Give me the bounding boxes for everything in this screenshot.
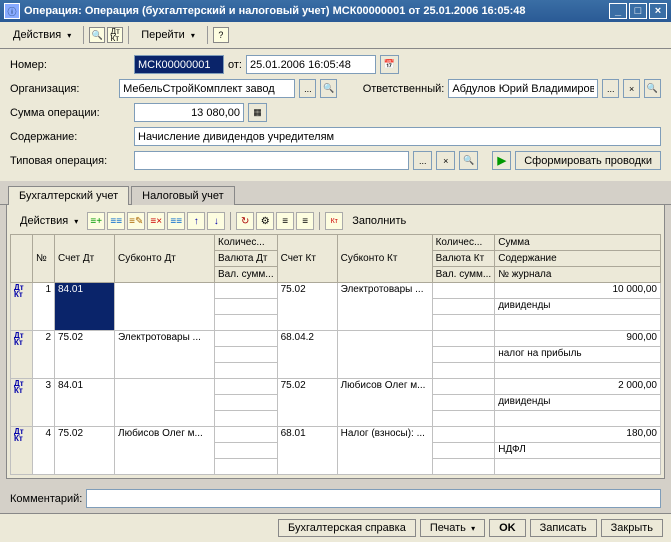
col-valsum-kt[interactable]: Вал. сумм... [432, 267, 495, 283]
org-label: Организация: [10, 83, 115, 95]
titlebar: ⓘ Операция: Операция (бухгалтерский и на… [0, 0, 671, 22]
num-label: Номер: [10, 59, 130, 71]
col-sub-kt[interactable]: Субконто Кт [337, 235, 432, 283]
typop-label: Типовая операция: [10, 155, 130, 167]
fill-icon[interactable]: Кт [325, 212, 343, 230]
goto-menu[interactable]: Перейти [134, 25, 202, 45]
table-row[interactable]: ДтКт384.0175.02Любисов Олег м...2 000,00 [11, 379, 661, 395]
grid-toolbar: Действия ≡+ ≡≡ ≡✎ ≡× ≡≡ ↑ ↓ ↻ ⚙ ≡ ≡ Кт З… [10, 208, 661, 234]
resp-field[interactable] [448, 79, 598, 98]
grid-actions-menu[interactable]: Действия [13, 211, 85, 231]
table-row[interactable]: ДтКт275.02Электротовары ...68.04.2900,00 [11, 331, 661, 347]
app-icon: ⓘ [4, 3, 20, 19]
col-sub-dt[interactable]: Субконто Дт [115, 235, 215, 283]
tab-tax[interactable]: Налоговый учет [131, 186, 235, 205]
spravka-button[interactable]: Бухгалтерская справка [278, 519, 416, 537]
col-val-kt[interactable]: Валюта Кт [432, 251, 495, 267]
maximize-button[interactable]: □ [629, 3, 647, 19]
dtkt-icon: ДтКт [14, 380, 29, 394]
close-form-button[interactable]: Закрыть [601, 519, 663, 537]
date-field[interactable] [246, 55, 376, 74]
separator [319, 212, 320, 230]
grid-panel: Действия ≡+ ≡≡ ≡✎ ≡× ≡≡ ↑ ↓ ↻ ⚙ ≡ ≡ Кт З… [6, 205, 665, 479]
refresh-icon[interactable]: ↻ [236, 212, 254, 230]
col-journal[interactable]: № журнала [495, 267, 661, 283]
move-up-icon[interactable]: ↑ [187, 212, 205, 230]
comment-row: Комментарий: [0, 485, 671, 512]
save-button[interactable]: Записать [530, 519, 597, 537]
table-row[interactable]: ДтКт475.02Любисов Олег м...68.01Налог (в… [11, 427, 661, 443]
resp-select-icon[interactable]: ... [602, 79, 619, 98]
dtkt-icon[interactable]: ДтКт [107, 27, 123, 43]
typop-field[interactable] [134, 151, 409, 170]
separator [230, 212, 231, 230]
calendar-icon[interactable]: 📅 [380, 55, 399, 74]
bottom-bar: Бухгалтерская справка Печать OK Записать… [0, 513, 671, 542]
actions-menu[interactable]: Действия [6, 25, 78, 45]
dtkt-icon: ДтКт [14, 428, 29, 442]
col-sum[interactable]: Сумма [495, 235, 661, 251]
col-schet-dt[interactable]: Счет Дт [55, 235, 115, 283]
fill-button[interactable]: Заполнить [345, 211, 413, 231]
entries-grid[interactable]: № Счет Дт Субконто Дт Количес... Счет Кт… [10, 234, 661, 475]
resp-open-icon[interactable]: 🔍 [644, 79, 661, 98]
generate-button[interactable]: Сформировать проводки [515, 151, 661, 170]
dtkt-icon: ДтКт [14, 332, 29, 346]
table-row[interactable]: ДтКт184.0175.02Электротовары ...10 000,0… [11, 283, 661, 299]
find-icon[interactable]: 🔍 [89, 27, 105, 43]
edit-row-icon[interactable]: ≡✎ [127, 212, 145, 230]
close-button[interactable]: × [649, 3, 667, 19]
col-content[interactable]: Содержание [495, 251, 661, 267]
col-schet-kt[interactable]: Счет Кт [277, 235, 337, 283]
filter1-icon[interactable]: ≡ [276, 212, 294, 230]
minimize-button[interactable]: _ [609, 3, 627, 19]
org-field[interactable] [119, 79, 295, 98]
separator [83, 26, 84, 44]
typop-select-icon[interactable]: ... [413, 151, 432, 170]
help-icon[interactable]: ? [213, 27, 229, 43]
separator [128, 26, 129, 44]
rows-icon[interactable]: ≡≡ [167, 212, 185, 230]
col-valsum-dt[interactable]: Вал. сумм... [215, 267, 278, 283]
ok-button[interactable]: OK [489, 519, 526, 537]
delete-row-icon[interactable]: ≡× [147, 212, 165, 230]
move-down-icon[interactable]: ↓ [207, 212, 225, 230]
col-kol-dt[interactable]: Количес... [215, 235, 278, 251]
resp-clear-icon[interactable]: × [623, 79, 640, 98]
num-field[interactable] [134, 55, 224, 74]
play-icon[interactable]: ▶ [492, 151, 511, 170]
typop-clear-icon[interactable]: × [436, 151, 455, 170]
content-field[interactable] [134, 127, 661, 146]
window-title: Операция: Операция (бухгалтерский и нало… [24, 5, 607, 17]
copy-row-icon[interactable]: ≡≡ [107, 212, 125, 230]
tab-accounting[interactable]: Бухгалтерский учет [8, 186, 129, 205]
sum-label: Сумма операции: [10, 107, 130, 119]
content-label: Содержание: [10, 131, 130, 143]
print-button[interactable]: Печать [420, 519, 485, 537]
sum-calc-icon[interactable]: ▦ [248, 103, 267, 122]
form-area: Номер: от: 📅 Организация: ... 🔍 Ответств… [0, 49, 671, 181]
add-row-icon[interactable]: ≡+ [87, 212, 105, 230]
resp-label: Ответственный: [363, 83, 445, 95]
typop-open-icon[interactable]: 🔍 [459, 151, 478, 170]
comment-label: Комментарий: [10, 493, 82, 505]
col-val-dt[interactable]: Валюта Дт [215, 251, 278, 267]
filter2-icon[interactable]: ≡ [296, 212, 314, 230]
main-toolbar: Действия 🔍 ДтКт Перейти ? [0, 22, 671, 49]
sum-field[interactable] [134, 103, 244, 122]
settings-icon[interactable]: ⚙ [256, 212, 274, 230]
row-header-col [11, 235, 33, 283]
col-n[interactable]: № [33, 235, 55, 283]
separator [207, 26, 208, 44]
col-kol-kt[interactable]: Количес... [432, 235, 495, 251]
comment-field[interactable] [86, 489, 661, 508]
date-label: от: [228, 59, 242, 71]
org-open-icon[interactable]: 🔍 [320, 79, 337, 98]
dtkt-icon: ДтКт [14, 284, 29, 298]
org-select-icon[interactable]: ... [299, 79, 316, 98]
tabs: Бухгалтерский учет Налоговый учет [0, 185, 671, 205]
